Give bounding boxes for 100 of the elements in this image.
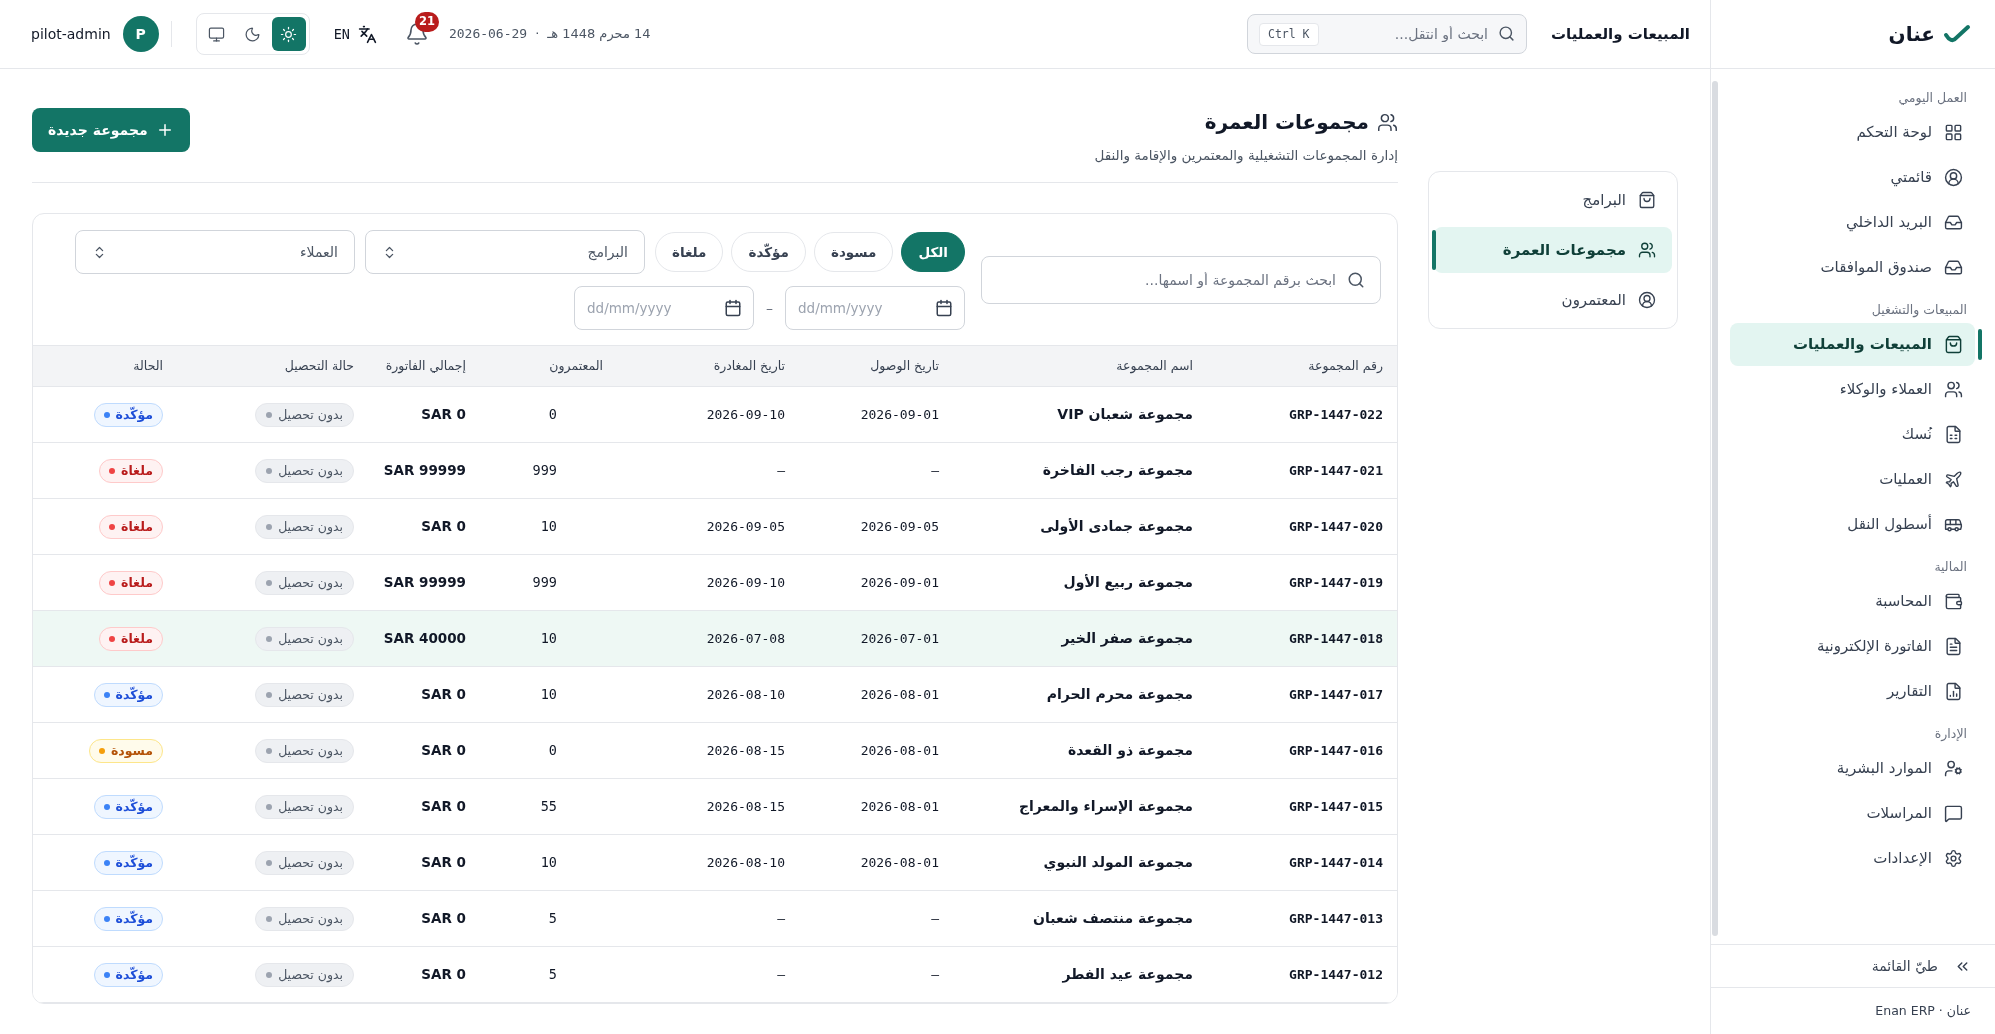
collection-status: بدون تحصيل	[255, 683, 354, 708]
arrival-date: –	[799, 890, 953, 947]
status-filter-chip[interactable]: مؤكّدة	[731, 232, 806, 272]
date-field[interactable]: dd/mm/yyyy	[785, 286, 965, 330]
dropdown-select[interactable]: العملاء	[74, 230, 355, 274]
pilgrims-count: 5	[480, 890, 617, 947]
pilgrims-count: 10	[480, 498, 617, 555]
collapse-button[interactable]: طيّ القائمة	[1711, 944, 1995, 987]
nav-item[interactable]: التقارير	[1730, 670, 1975, 713]
arrival-date: 2026-08-01	[799, 666, 953, 723]
inbox-icon	[1944, 258, 1963, 277]
calendar-icon	[724, 299, 742, 317]
departure-date: 2026-09-10	[617, 386, 799, 443]
nav-item[interactable]: أسطول النقل	[1730, 503, 1975, 546]
nav-item[interactable]: العمليات	[1730, 458, 1975, 501]
group-name: مجموعة منتصف شعبان	[953, 890, 1207, 947]
group-code: GRP-1447-018	[1207, 610, 1397, 667]
nav-item[interactable]: العملاء والوكلاء	[1730, 368, 1975, 411]
pilgrims-count: 5	[480, 946, 617, 1003]
nav-item[interactable]: قائمتي	[1730, 156, 1975, 199]
column-header: رقم المجموعة	[1207, 345, 1397, 387]
status-filter-chip[interactable]: الكل	[901, 232, 965, 272]
arrival-date: 2026-08-01	[799, 834, 953, 891]
section-heading: العمل اليومي	[1897, 88, 1968, 108]
group-code: GRP-1447-022	[1207, 386, 1397, 443]
arrival-date: 2026-08-01	[799, 722, 953, 779]
column-header: الحالة	[33, 345, 177, 387]
nav-item[interactable]: صندوق الموافقات	[1730, 246, 1975, 289]
section-heading: المالية	[1933, 557, 1968, 576]
nav-item[interactable]: الفاتورة الإلكترونية	[1730, 625, 1975, 668]
arrival-date: 2026-09-01	[799, 386, 953, 443]
date-separator: ·	[535, 25, 540, 44]
status-badge: مؤكّدة	[93, 851, 163, 876]
collection-status: بدون تحصيل	[255, 739, 354, 764]
arrival-date: –	[799, 442, 953, 499]
dropdown-select[interactable]: البرامج	[364, 230, 645, 274]
group-name: مجموعة جمادى الأولى	[953, 498, 1207, 555]
status-badge: ملغاة	[99, 459, 163, 484]
scrollbar[interactable]	[1712, 81, 1718, 936]
shortcut-key: Ctrl K	[1258, 23, 1319, 47]
group-code: GRP-1447-014	[1207, 834, 1397, 891]
moon-icon	[244, 25, 262, 43]
invoice-total: SAR 0	[368, 946, 480, 1003]
invoice-total: SAR 0	[368, 722, 480, 779]
subnav-item[interactable]: البرامج	[1434, 177, 1672, 223]
nav-item[interactable]: الإعدادات	[1730, 837, 1975, 880]
collection-status: بدون تحصيل	[255, 907, 354, 932]
date-separator: –	[766, 298, 773, 318]
status-badge: ملغاة	[99, 571, 163, 596]
departure-date: 2026-08-10	[617, 834, 799, 891]
subnav-item[interactable]: المعتمرون	[1434, 277, 1672, 323]
collection-status: بدون تحصيل	[255, 459, 354, 484]
subnav-item[interactable]: مجموعات العمرة	[1434, 227, 1672, 273]
group-code: GRP-1447-016	[1207, 722, 1397, 779]
status-filter-chip[interactable]: ملغاة	[654, 232, 724, 272]
document-icon	[1944, 425, 1963, 444]
nav-item[interactable]: البريد الداخلي	[1730, 201, 1975, 244]
group-name: مجموعة ذو القعدة	[953, 722, 1207, 779]
language-button[interactable]: EN	[333, 23, 377, 45]
column-header: اسم المجموعة	[953, 345, 1207, 387]
invoice-total: SAR 0	[368, 778, 480, 835]
departure-date: 2026-08-10	[617, 666, 799, 723]
column-header: تاريخ الوصول	[799, 345, 953, 387]
monitor-icon	[208, 25, 226, 43]
nav-item[interactable]: نُسك	[1730, 413, 1975, 456]
pilgrims-count: 999	[480, 442, 617, 499]
new-group-button[interactable]: مجموعة جديدة	[32, 108, 190, 152]
search-icon	[1497, 25, 1515, 42]
grid-icon	[1944, 123, 1963, 142]
column-header: إجمالي الفاتورة	[368, 345, 480, 387]
users-icon	[1377, 111, 1398, 133]
status-filter-chip[interactable]: مسودة	[813, 232, 894, 272]
group-name: مجموعة الإسراء والمعراج	[953, 778, 1207, 835]
pilgrims-count: 10	[480, 666, 617, 723]
avatar[interactable]: P	[122, 16, 159, 52]
group-code: GRP-1447-015	[1207, 778, 1397, 835]
group-name: مجموعة عيد الفطر	[953, 946, 1207, 1003]
status-badge: مؤكّدة	[93, 403, 163, 428]
collection-status: بدون تحصيل	[255, 571, 354, 596]
theme-button[interactable]	[271, 17, 306, 51]
date-field[interactable]: dd/mm/yyyy	[574, 286, 754, 330]
nav-item[interactable]: لوحة التحكم	[1730, 111, 1975, 154]
hijri-date: 14 محرم 1448 هـ	[547, 25, 651, 44]
nav-item[interactable]: المحاسبة	[1730, 580, 1975, 623]
collection-status: بدون تحصيل	[255, 403, 354, 428]
status-badge: مؤكّدة	[93, 963, 163, 988]
report-icon	[1944, 682, 1963, 701]
departure-date: 2026-08-15	[617, 778, 799, 835]
active-indicator	[1432, 230, 1436, 270]
group-name: مجموعة محرم الحرام	[953, 666, 1207, 723]
column-header: تاريخ المغادرة	[617, 345, 799, 387]
departure-date: 2026-07-08	[617, 610, 799, 667]
pilgrims-count: 0	[480, 722, 617, 779]
nav-item[interactable]: المراسلات	[1730, 792, 1975, 835]
document-icon	[1944, 637, 1963, 656]
column-header: المعتمرون	[480, 345, 617, 387]
invoice-total: SAR 99999	[368, 442, 480, 499]
departure-date: 2026-09-05	[617, 498, 799, 555]
page-title: مجموعات العمرة	[1204, 109, 1369, 136]
nav-item[interactable]: الموارد البشرية	[1730, 747, 1975, 790]
